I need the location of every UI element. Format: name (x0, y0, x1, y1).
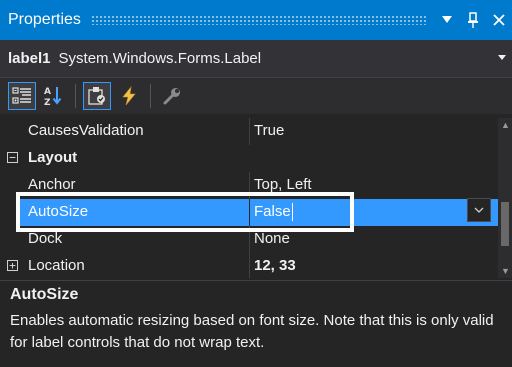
property-value[interactable]: Top, Left (254, 176, 312, 193)
scroll-thumb[interactable] (501, 202, 509, 246)
scroll-up-icon[interactable]: ▲ (501, 120, 510, 130)
property-name: Dock (28, 230, 63, 247)
properties-toolbar: A Z (0, 78, 512, 114)
drag-grip[interactable] (90, 15, 426, 25)
object-name: label1 (8, 50, 51, 67)
panel-title: Properties (8, 11, 81, 28)
value-dropdown-button[interactable] (467, 198, 491, 222)
events-button[interactable] (115, 82, 143, 110)
description-text: Enables automatic resizing based on font… (10, 312, 494, 351)
properties-button[interactable] (83, 82, 111, 110)
property-name: Anchor (28, 176, 76, 193)
panel-title-bar[interactable]: Properties (0, 0, 512, 40)
property-row-location[interactable]: + Location 12, 33 (0, 253, 498, 278)
toolbar-separator (75, 84, 76, 108)
property-row-causesvalidation[interactable]: CausesValidation True (0, 118, 498, 145)
chevron-down-icon (474, 207, 484, 213)
column-divider[interactable] (249, 118, 250, 145)
pin-icon[interactable] (460, 5, 486, 35)
scroll-down-icon[interactable]: ▼ (501, 266, 510, 276)
collapse-icon[interactable]: − (7, 152, 18, 163)
property-name: CausesValidation (28, 122, 144, 139)
property-name: Location (28, 257, 85, 274)
column-divider[interactable] (249, 253, 250, 278)
toolbar-separator (150, 84, 151, 108)
object-type: System.Windows.Forms.Label (58, 50, 262, 67)
description-pane: AutoSize Enables automatic resizing base… (0, 280, 512, 367)
svg-text:A: A (44, 87, 51, 97)
categorized-icon (12, 87, 31, 104)
close-icon[interactable] (486, 5, 512, 35)
categorized-button[interactable] (8, 82, 36, 110)
wrench-icon (163, 88, 180, 105)
properties-icon (88, 87, 105, 105)
events-icon (122, 86, 136, 106)
property-value[interactable]: None (254, 230, 290, 247)
category-row-layout[interactable]: − Layout (0, 145, 498, 172)
description-title: AutoSize (10, 286, 79, 303)
property-value[interactable]: True (254, 122, 284, 139)
svg-text:Z: Z (44, 98, 51, 107)
window-position-dropdown-icon[interactable] (434, 5, 460, 35)
alphabetical-icon: A Z (44, 87, 62, 107)
category-name: Layout (28, 149, 78, 166)
object-selector[interactable]: label1 System.Windows.Forms.Label (0, 40, 512, 78)
alphabetical-button[interactable]: A Z (40, 82, 68, 110)
annotation-highlight-box (16, 192, 354, 232)
vertical-scrollbar[interactable]: ▲ ▼ (498, 118, 512, 278)
property-pages-button[interactable] (158, 82, 186, 110)
chevron-down-icon[interactable] (492, 53, 512, 64)
expand-icon[interactable]: + (7, 260, 18, 271)
property-value[interactable]: 12, 33 (254, 257, 296, 274)
